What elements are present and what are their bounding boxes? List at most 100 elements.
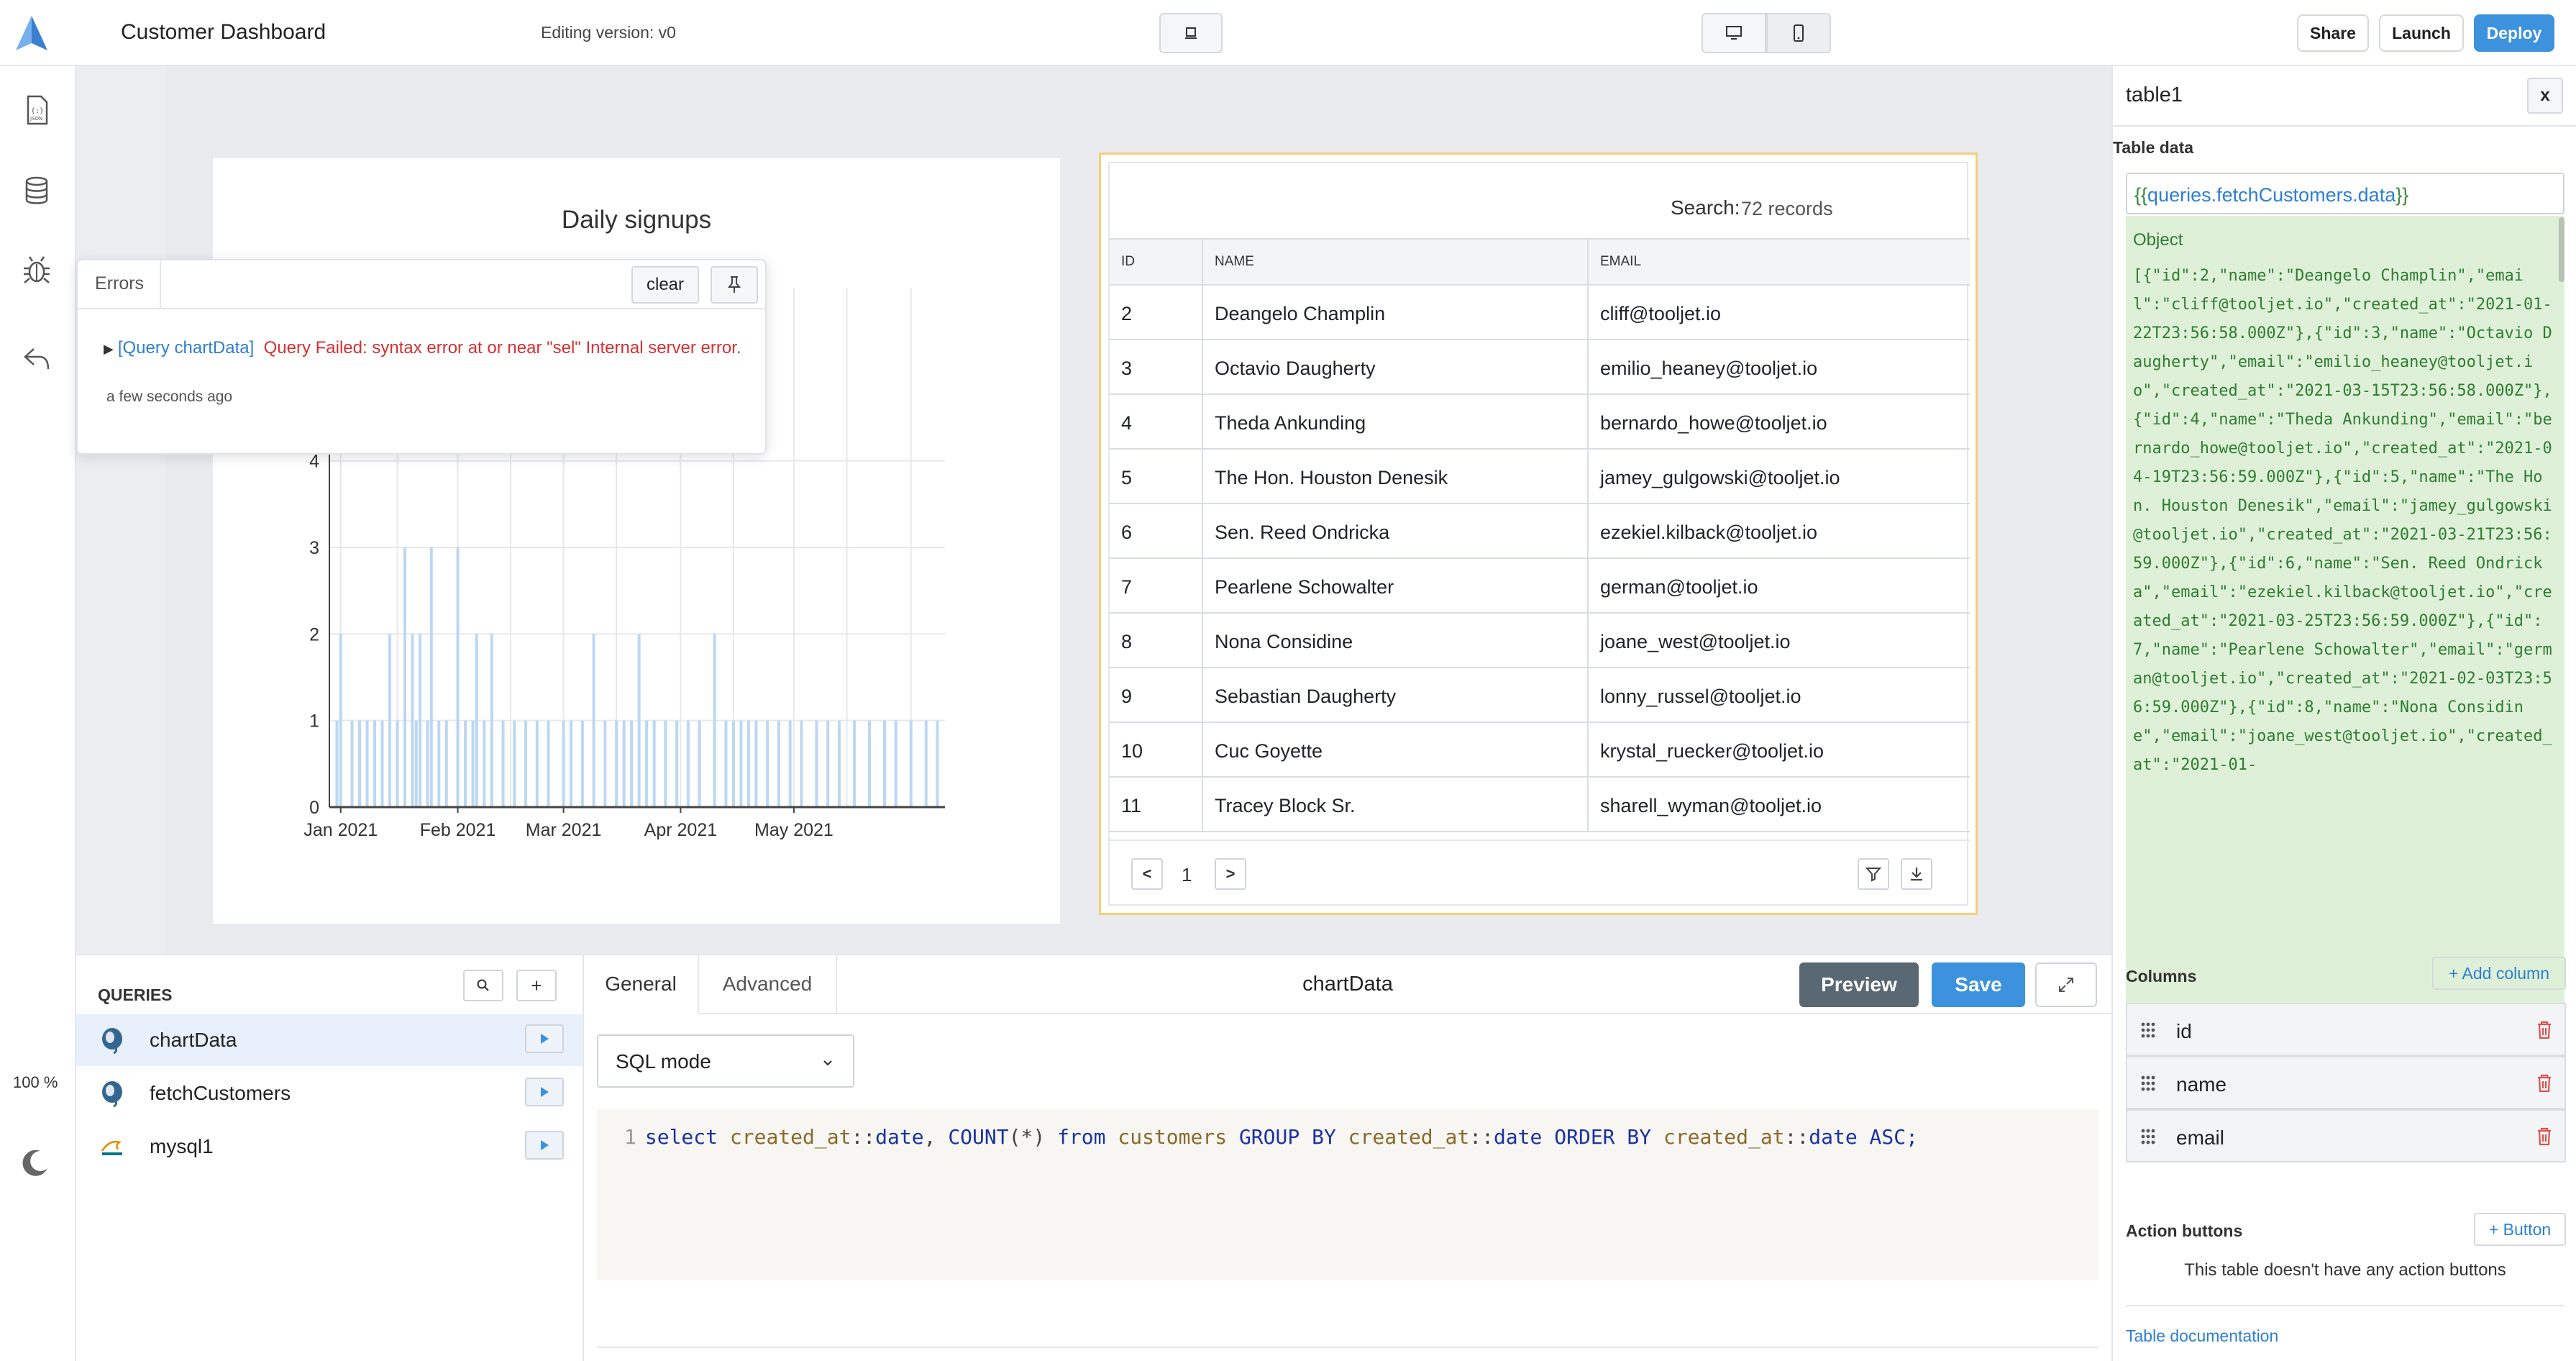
desktop-view-button[interactable] xyxy=(1702,13,1766,53)
table-row[interactable]: 3 Octavio Daugherty emilio_heaney@tooljet.… xyxy=(1110,340,1970,395)
bar[interactable] xyxy=(373,720,377,807)
drag-handle-icon[interactable] xyxy=(2140,1075,2156,1092)
table-row[interactable]: 2 Deangelo Champlin cliff@tooljet.io xyxy=(1110,286,1970,340)
cell-name[interactable]: Deangelo Champlin xyxy=(1203,286,1589,340)
error-entry[interactable]: ▶ [Query chartData] Query Failed: syntax … xyxy=(104,335,751,362)
editing-version-label[interactable]: Editing version: v0 xyxy=(541,23,676,42)
bar[interactable] xyxy=(675,720,679,807)
pin-button[interactable] xyxy=(711,266,758,304)
table-row[interactable]: 8 Nona Considine joane_west@tooljet.io xyxy=(1110,614,1970,668)
cell-email[interactable]: joane_west@tooljet.io xyxy=(1589,614,1970,668)
cell-id[interactable]: 9 xyxy=(1110,668,1203,723)
cell-email[interactable]: bernardo_howe@tooljet.io xyxy=(1589,395,1970,450)
data-preview-panel[interactable]: Object [{"id":2,"name":"Deangelo Champli… xyxy=(2126,216,2564,1004)
cell-id[interactable]: 2 xyxy=(1110,286,1203,340)
bar[interactable] xyxy=(686,720,690,807)
bar[interactable] xyxy=(456,547,460,807)
sql-mode-select[interactable]: SQL mode xyxy=(597,1034,854,1088)
tab-general[interactable]: General xyxy=(584,955,699,1014)
cell-email[interactable]: cliff@tooljet.io xyxy=(1589,286,1970,340)
bar[interactable] xyxy=(754,720,758,807)
bar[interactable] xyxy=(731,720,735,807)
cell-name[interactable]: Cuc Goyette xyxy=(1203,723,1589,778)
bar[interactable] xyxy=(570,720,573,807)
bar[interactable] xyxy=(909,720,913,807)
bar[interactable] xyxy=(339,634,342,807)
table-data-input[interactable]: {{queries.fetchCustomers.data}} xyxy=(2126,173,2564,214)
bar[interactable] xyxy=(800,720,803,807)
bar[interactable] xyxy=(501,720,505,807)
bar[interactable] xyxy=(396,720,399,807)
expand-button[interactable] xyxy=(2035,962,2097,1007)
column-header-id[interactable]: ID xyxy=(1110,238,1203,286)
bar[interactable] xyxy=(936,720,939,807)
run-query-button[interactable] xyxy=(525,1131,564,1160)
save-button[interactable]: Save xyxy=(1932,962,2025,1007)
cell-email[interactable]: emilio_heaney@tooljet.io xyxy=(1589,340,1970,395)
bar[interactable] xyxy=(615,720,618,807)
bar[interactable] xyxy=(524,720,528,807)
query-item-mysql1[interactable]: mysql1 xyxy=(76,1121,583,1173)
cell-id[interactable]: 8 xyxy=(1110,614,1203,668)
search-queries-button[interactable] xyxy=(463,970,503,1001)
bar[interactable] xyxy=(429,547,433,807)
bar[interactable] xyxy=(358,720,362,807)
bar[interactable] xyxy=(414,720,418,807)
zoom-level[interactable]: 100 % xyxy=(13,1073,58,1092)
cell-email[interactable]: lonny_russel@tooljet.io xyxy=(1589,668,1970,723)
bar[interactable] xyxy=(547,720,550,807)
bar[interactable] xyxy=(411,634,414,807)
debugger-icon[interactable] xyxy=(17,250,56,289)
bar[interactable] xyxy=(826,720,830,807)
cell-name[interactable]: The Hon. Houston Denesik xyxy=(1203,450,1589,504)
bar[interactable] xyxy=(746,720,750,807)
table-row[interactable]: 11 Tracey Block Sr. sharell_wyman@tooljet.… xyxy=(1110,778,1970,832)
app-title[interactable]: Customer Dashboard xyxy=(121,20,326,45)
inspector-icon[interactable]: {:} JSON xyxy=(17,91,56,129)
bar[interactable] xyxy=(483,720,486,807)
trash-icon[interactable] xyxy=(2536,1126,2553,1147)
column-header-email[interactable]: EMAIL xyxy=(1589,238,1970,286)
drag-handle-icon[interactable] xyxy=(2140,1128,2156,1145)
launch-button[interactable]: Launch xyxy=(2379,14,2464,52)
cell-email[interactable]: ezekiel.kilback@tooljet.io xyxy=(1589,504,1970,559)
preview-button[interactable]: Preview xyxy=(1799,962,1919,1007)
clear-errors-button[interactable]: clear xyxy=(631,266,699,304)
query-item-fetchcustomers[interactable]: fetchCustomers xyxy=(76,1068,583,1119)
bar[interactable] xyxy=(603,720,607,807)
column-row-email[interactable]: email xyxy=(2126,1109,2566,1162)
bar[interactable] xyxy=(562,720,565,807)
dark-mode-moon-icon[interactable] xyxy=(19,1147,52,1180)
bar[interactable] xyxy=(580,720,584,807)
bar[interactable] xyxy=(475,634,478,807)
table-row[interactable]: 9 Sebastian Daugherty lonny_russel@tooljet… xyxy=(1110,668,1970,723)
bar[interactable] xyxy=(380,720,384,807)
bar[interactable] xyxy=(645,720,649,807)
bar[interactable] xyxy=(924,720,928,807)
cell-id[interactable]: 5 xyxy=(1110,450,1203,504)
bar[interactable] xyxy=(739,720,743,807)
bar[interactable] xyxy=(426,720,429,807)
bar[interactable] xyxy=(335,720,339,807)
trash-icon[interactable] xyxy=(2536,1020,2553,1040)
next-page-button[interactable]: > xyxy=(1215,858,1246,890)
column-row-id[interactable]: id xyxy=(2126,1003,2566,1056)
download-button[interactable] xyxy=(1901,858,1932,890)
bar[interactable] xyxy=(882,720,886,807)
bar[interactable] xyxy=(713,634,716,807)
drag-handle-icon[interactable] xyxy=(2140,1021,2156,1039)
cell-email[interactable]: krystal_ruecker@tooljet.io xyxy=(1589,723,1970,778)
bar[interactable] xyxy=(419,634,422,807)
bar[interactable] xyxy=(403,547,407,807)
column-header-name[interactable]: NAME xyxy=(1203,238,1589,286)
bar[interactable] xyxy=(698,720,701,807)
table-row[interactable]: 7 Pearlene Schowalter german@tooljet.io xyxy=(1110,559,1970,614)
bar[interactable] xyxy=(637,634,641,807)
cell-name[interactable]: Theda Ankunding xyxy=(1203,395,1589,450)
cell-name[interactable]: Tracey Block Sr. xyxy=(1203,778,1589,832)
bar[interactable] xyxy=(837,720,841,807)
query-item-chartdata[interactable]: chartData xyxy=(76,1014,583,1066)
trash-icon[interactable] xyxy=(2536,1073,2553,1093)
run-query-button[interactable] xyxy=(525,1078,564,1106)
bar[interactable] xyxy=(464,720,467,807)
